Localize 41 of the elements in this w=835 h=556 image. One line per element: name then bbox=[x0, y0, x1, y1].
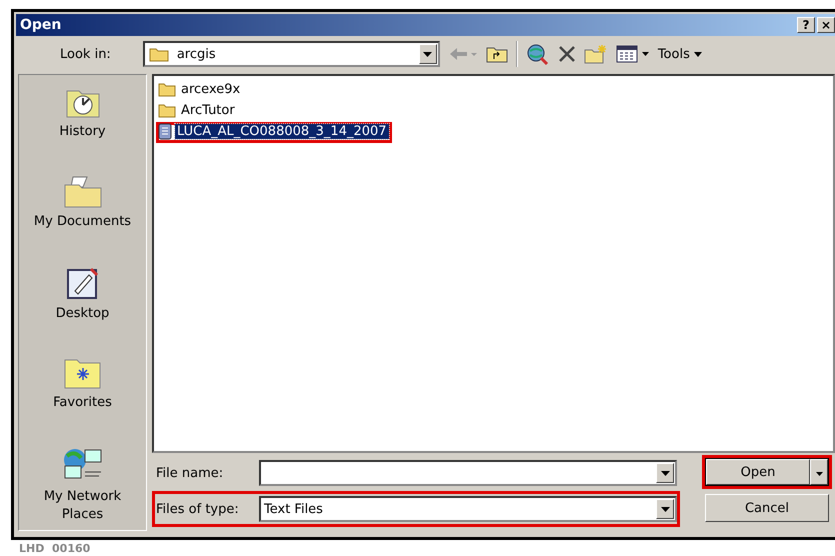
look-in-dropdown[interactable]: arcgis bbox=[142, 41, 440, 67]
caret-icon bbox=[660, 470, 670, 476]
folder-icon bbox=[148, 46, 169, 62]
window-title: Open bbox=[20, 17, 62, 33]
place-item[interactable]: History bbox=[19, 85, 146, 141]
documents-folder-icon bbox=[62, 174, 102, 209]
file-type-dropdown[interactable]: Text Files bbox=[259, 496, 677, 522]
file-name-label: File name: bbox=[156, 466, 224, 480]
caret-icon bbox=[423, 52, 432, 56]
dropdown-button[interactable] bbox=[656, 499, 674, 519]
views-icon[interactable] bbox=[616, 45, 650, 63]
caret-icon bbox=[660, 506, 670, 512]
file-item[interactable]: ArcTutor bbox=[158, 102, 237, 119]
text-file-icon bbox=[158, 123, 172, 140]
close-button[interactable]: × bbox=[817, 17, 835, 33]
place-item[interactable]: Desktop bbox=[19, 264, 146, 322]
folder-icon bbox=[158, 82, 176, 97]
new-folder-icon[interactable] bbox=[584, 44, 608, 64]
dropdown-button[interactable] bbox=[418, 44, 437, 64]
cancel-button[interactable]: Cancel bbox=[705, 494, 829, 522]
dropdown-button[interactable] bbox=[656, 463, 674, 483]
caret-icon bbox=[694, 52, 702, 56]
place-item[interactable]: My Documents bbox=[19, 174, 146, 231]
delete-icon[interactable] bbox=[558, 45, 576, 63]
look-in-label: Look in: bbox=[60, 46, 111, 62]
look-in-value: arcgis bbox=[176, 46, 217, 62]
web-search-icon[interactable] bbox=[526, 43, 550, 65]
folder-icon bbox=[158, 103, 176, 118]
file-type-value: Text Files bbox=[264, 502, 324, 516]
open-button[interactable]: Open bbox=[706, 459, 810, 485]
help-button[interactable]: ? bbox=[797, 17, 815, 33]
place-item[interactable]: My Network Places bbox=[19, 446, 146, 524]
file-item[interactable]: arcexe9x bbox=[158, 81, 242, 98]
footer-code: LHD 00160 bbox=[18, 541, 92, 555]
up-folder-icon[interactable] bbox=[486, 45, 508, 63]
file-type-label: Files of type: bbox=[156, 502, 240, 516]
file-name-field[interactable] bbox=[259, 460, 677, 486]
dropdown-button[interactable] bbox=[810, 459, 828, 485]
tools-menu[interactable]: Tools bbox=[658, 46, 702, 62]
caret-icon bbox=[816, 472, 822, 476]
place-item[interactable]: Favorites bbox=[19, 356, 146, 412]
